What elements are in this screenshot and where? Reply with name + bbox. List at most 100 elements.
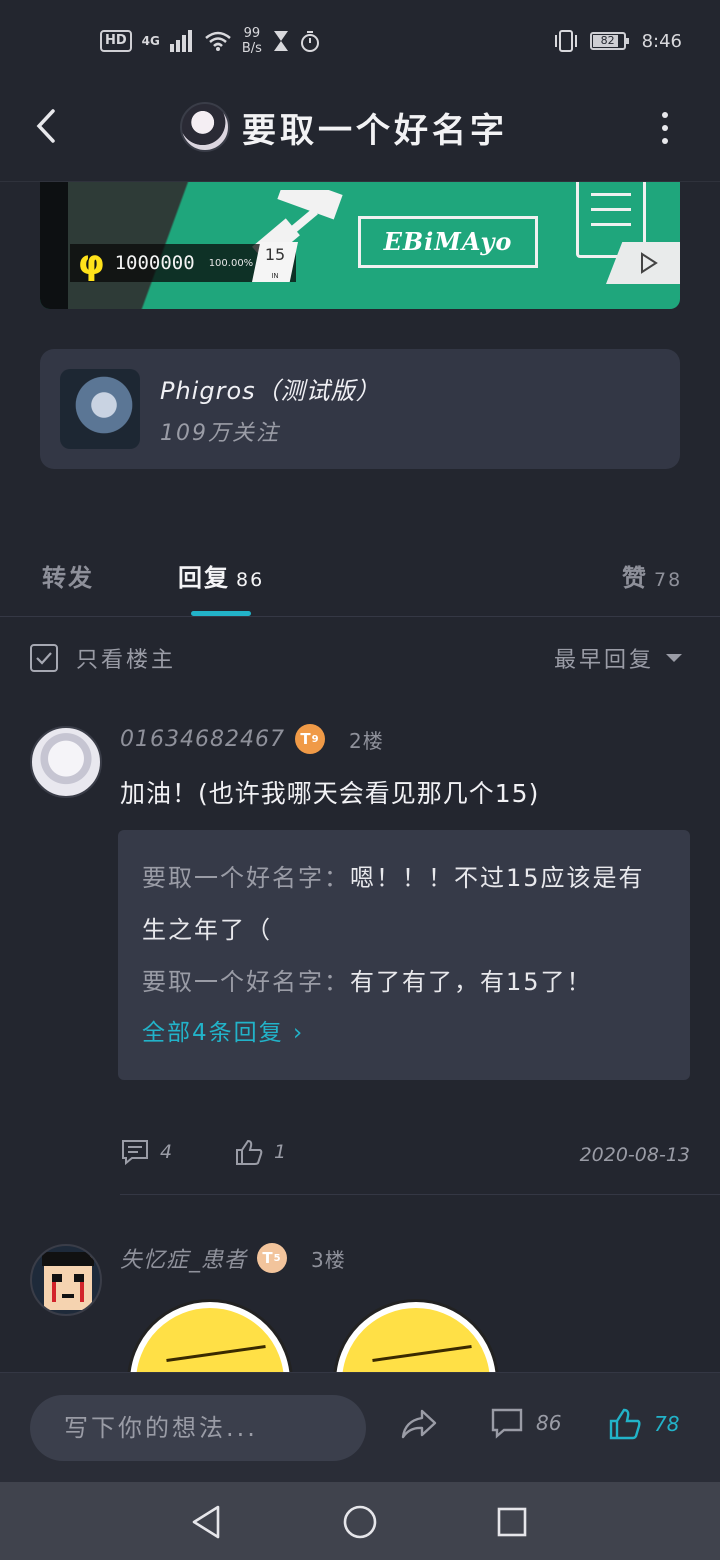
system-nav-bar: [0, 1482, 720, 1560]
game-result-banner[interactable]: φ 1000000 100.00% 15 IN EBiMAyo: [40, 182, 680, 309]
tab-label: 回复: [178, 564, 230, 592]
floor-label: 2楼: [348, 728, 384, 753]
chevron-down-icon: [666, 654, 683, 662]
reply-username[interactable]: 01634682467: [120, 727, 285, 752]
sub-replies-box[interactable]: 要取一个好名字：嗯！！！不过15应该是有生之年了（ 要取一个好名字：有了有了，有…: [118, 830, 690, 1080]
sub-reply: 要取一个好名字：有了有了，有15了！: [142, 956, 666, 1008]
battery-icon: 82: [589, 32, 629, 50]
share-icon: [401, 1409, 437, 1439]
song-logo: EBiMAyo: [358, 216, 538, 268]
triangle-back-icon: [192, 1505, 220, 1539]
chevron-right-icon: ›: [292, 1020, 305, 1046]
reply-date: 2020-08-13: [579, 1144, 690, 1166]
lemon-sticker[interactable]: [336, 1302, 496, 1372]
reply-user-row: 01634682467 T9 2楼: [120, 724, 384, 754]
bottom-comment-button[interactable]: 86: [490, 1407, 561, 1439]
comment-button[interactable]: 4: [120, 1138, 172, 1166]
nav-back-button[interactable]: [186, 1502, 226, 1542]
back-arrow-icon: [36, 109, 55, 143]
lemon-sticker[interactable]: [130, 1302, 290, 1372]
status-bar: HD 4G 99 B/s 82 8:46: [0, 0, 720, 84]
vibrate-icon: [554, 30, 577, 52]
bottom-comment-count: 86: [536, 1411, 562, 1435]
sort-label: 最早回复: [554, 648, 655, 673]
thumbs-up-icon: [236, 1139, 263, 1165]
level-number: 5: [273, 1252, 282, 1264]
level-badge: T9: [294, 724, 325, 754]
sort-dropdown[interactable]: 最早回复: [554, 642, 683, 674]
tab-repost[interactable]: 转发: [42, 558, 94, 593]
more-dot: [662, 112, 668, 118]
tab-label: 转发: [42, 564, 94, 592]
bottom-like-count: 78: [654, 1412, 680, 1436]
header-avatar[interactable]: [180, 102, 230, 152]
circle-home-icon: [343, 1505, 377, 1539]
community-name: Phigros（测试版）: [160, 377, 381, 405]
nav-home-button[interactable]: [340, 1502, 380, 1542]
avatar[interactable]: [30, 1244, 102, 1316]
network-type: 4G: [141, 34, 160, 48]
tab-replies[interactable]: 回复 86: [178, 558, 264, 593]
like-count: 1: [274, 1141, 287, 1163]
timer-icon: [300, 31, 319, 52]
tab-indicator: [191, 611, 251, 616]
check-icon: [36, 652, 52, 665]
tab-label: 赞: [622, 564, 648, 592]
net-speed-unit: B/s: [241, 41, 262, 56]
sub-reply: 要取一个好名字：嗯！！！不过15应该是有生之年了（: [142, 852, 666, 956]
accuracy-value: 100.00%: [208, 257, 254, 269]
reply-actions: 4 1 2020-08-13: [120, 1138, 690, 1178]
sub-reply-user[interactable]: 要取一个好名字：: [142, 864, 350, 892]
like-button[interactable]: 1: [234, 1138, 286, 1166]
status-right: 82 8:46: [552, 30, 682, 52]
tab-count: 86: [236, 569, 265, 591]
battery-level: 82: [600, 34, 615, 47]
play-icon: [641, 252, 658, 274]
comment-icon: [122, 1140, 148, 1166]
net-speed-value: 99: [243, 26, 261, 41]
bottom-like-button[interactable]: 78: [608, 1407, 679, 1441]
sub-reply-user[interactable]: 要取一个好名字：: [142, 968, 350, 996]
level-badge: T5: [257, 1243, 288, 1273]
reply-username[interactable]: 失忆症_患者: [120, 1242, 247, 1274]
signal-icon: [169, 30, 192, 52]
pixel-avatar-icon: [42, 1252, 94, 1310]
reply-content: 加油！(也许我哪天会看见那几个15): [120, 779, 540, 808]
filter-row: 只看楼主 最早回复: [0, 618, 720, 698]
reply-item: 01634682467 T9 2楼 加油！(也许我哪天会看见那几个15) 要取一…: [0, 718, 720, 1198]
comment-count: 4: [160, 1141, 173, 1163]
page-title: 要取一个好名字: [242, 110, 508, 151]
header-user[interactable]: 要取一个好名字: [180, 102, 508, 152]
level-number: 15: [264, 245, 286, 264]
level-number: 9: [311, 733, 320, 745]
sub-reply-text: 有了有了，有15了！: [350, 968, 593, 996]
floor-label: 3楼: [311, 1247, 346, 1272]
back-button[interactable]: [26, 104, 66, 148]
hd-indicator: HD: [100, 30, 132, 52]
tab-likes[interactable]: 赞 78: [622, 558, 682, 593]
reply-item: 失忆症_患者 T5 3楼: [0, 1236, 720, 1372]
community-avatar: [60, 369, 140, 449]
community-card[interactable]: Phigros（测试版） 109万关注: [40, 349, 680, 469]
more-button[interactable]: [650, 108, 680, 148]
reply-user-row: 失忆症_患者 T5 3楼: [120, 1242, 346, 1274]
bottom-action-bar: 写下你的想法... 86 78: [0, 1372, 720, 1482]
tab-count: 78: [654, 569, 683, 591]
tab-bar: 转发 回复 86 赞 78: [0, 540, 720, 617]
only-op-label[interactable]: 只看楼主: [76, 642, 176, 674]
hourglass-icon: [273, 31, 288, 51]
only-op-checkbox[interactable]: [30, 644, 58, 672]
view-all-replies-link[interactable]: 全部4条回复 ›: [142, 1008, 666, 1058]
more-dot: [662, 138, 668, 144]
community-followers: 109万关注: [160, 421, 280, 446]
avatar[interactable]: [30, 726, 102, 798]
share-button[interactable]: [400, 1407, 438, 1441]
score-value: 1000000: [114, 252, 195, 274]
divider: [120, 1194, 720, 1195]
view-all-label: 全部4条回复: [142, 1020, 284, 1046]
phi-icon: φ: [78, 243, 105, 283]
nav-recents-button[interactable]: [492, 1502, 532, 1542]
comment-input[interactable]: 写下你的想法...: [30, 1395, 366, 1461]
comment-icon: [491, 1408, 523, 1439]
banner-stripe: [40, 182, 68, 309]
